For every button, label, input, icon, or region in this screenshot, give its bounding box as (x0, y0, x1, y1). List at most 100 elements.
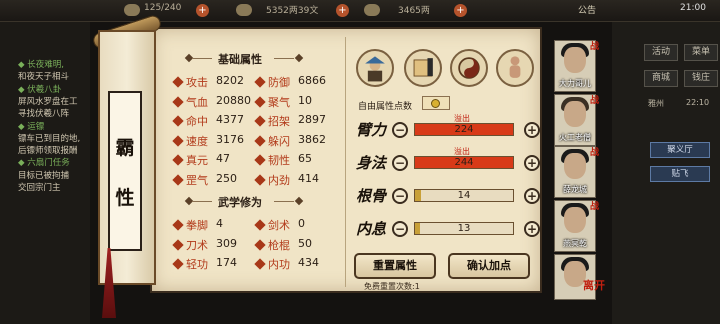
menu-menu-button[interactable]: 菜单 (684, 44, 718, 61)
skill-slot-4[interactable] (496, 49, 534, 87)
header-ornament (294, 53, 304, 63)
quest-panel[interactable]: ◆ 长夜难明, 和夜天子相斗 ◆ 伏羲八卦 屏风水罗盘在工 寻找伏羲八阵 ◆ 运镖 镖车已到… (0, 22, 90, 324)
quest-line[interactable]: 寻找伏羲八阵 (18, 107, 69, 119)
stat-marker-icon (254, 238, 266, 251)
decrease-button[interactable]: − (392, 221, 408, 237)
swordsman-icon (365, 56, 385, 82)
attribute-value: 224 (454, 124, 474, 135)
character-card-1[interactable]: 战 大力哥儿 (554, 40, 599, 92)
attribute-name: 根骨 (356, 187, 387, 205)
task-tiefei-button[interactable]: 贴飞 (650, 166, 710, 182)
attribute-value: 244 (454, 157, 474, 168)
decrease-button[interactable]: − (392, 155, 408, 171)
right-menu: 活动 菜单 商城 钱庄 雅州 22:10 聚义厅 贴飞 (612, 22, 720, 324)
skill-slot-2[interactable] (404, 49, 442, 87)
add-silver-button[interactable]: + (454, 4, 467, 17)
stat-marker-icon (172, 258, 184, 270)
add-stamina-button[interactable]: + (196, 4, 209, 17)
attribute-name: 臂力 (356, 121, 387, 139)
header-line (274, 58, 294, 59)
decrease-button[interactable]: − (392, 188, 408, 204)
stat-name: 枪棍 (268, 238, 290, 252)
quest-line[interactable]: ◆ 伏羲八卦 (18, 83, 61, 95)
add-coins-button[interactable]: + (336, 4, 349, 17)
notice-button[interactable]: 公告 (578, 3, 596, 16)
stat-value: 8202 (216, 74, 244, 87)
stat-marker-icon (254, 219, 266, 231)
quest-line[interactable]: 和夜天子相斗 (18, 70, 69, 82)
quest-line[interactable]: 交回宗门主 (18, 181, 61, 193)
stat-value: 6866 (298, 74, 326, 87)
overflow-label: 溢出 (454, 114, 470, 123)
character-card-2[interactable]: 战 火工老僧 (554, 94, 599, 146)
stat-name: 轻功 (186, 258, 208, 271)
stat-name: 韧性 (268, 154, 290, 168)
character-card-3[interactable]: 战 薛龙城 (554, 146, 599, 198)
menu-shop-button[interactable]: 商城 (644, 70, 678, 87)
area-time: 22:10 (686, 98, 710, 107)
stat-value: 4377 (216, 113, 244, 127)
silver-value: 3465两 (398, 6, 430, 16)
reset-attributes-button[interactable]: 重置属性 (354, 253, 436, 279)
face-shape (564, 47, 586, 73)
increase-button[interactable]: + (524, 221, 540, 237)
clock: 21:00 (680, 3, 706, 13)
increase-button[interactable]: + (524, 155, 540, 171)
attribute-value: 13 (457, 223, 471, 234)
stat-name: 命中 (186, 115, 208, 129)
stat-value: 65 (298, 152, 312, 166)
stat-value: 3862 (298, 132, 326, 146)
stat-name: 刀术 (186, 238, 208, 252)
menu-activity-button[interactable]: 活动 (644, 44, 678, 61)
leave-label[interactable]: 离开 (583, 277, 605, 293)
stat-name: 拳脚 (186, 219, 208, 232)
stat-marker-icon (254, 154, 266, 167)
quest-line[interactable]: ◆ 六扇门任务 (18, 156, 70, 168)
increase-button[interactable]: + (524, 122, 540, 138)
stat-marker-icon (254, 135, 266, 147)
stat-marker-icon (172, 76, 184, 88)
coins-value: 5352两39文 (266, 6, 319, 16)
quest-line[interactable]: 目标已被拘捕 (18, 169, 69, 181)
stat-marker-icon (254, 95, 266, 108)
quest-line[interactable]: 镖车已到目的地, (18, 132, 80, 144)
character-card-5[interactable]: 离开 (554, 254, 605, 300)
increase-button[interactable]: + (524, 188, 540, 204)
stat-marker-icon (172, 95, 184, 108)
task-juyiting-button[interactable]: 聚义厅 (650, 142, 710, 158)
attribute-name: 身法 (356, 154, 387, 172)
stat-name: 内功 (268, 258, 290, 271)
attribute-bar: 224 (414, 123, 514, 136)
stat-marker-icon (254, 76, 266, 88)
menu-bank-button[interactable]: 钱庄 (684, 70, 718, 87)
battle-mark: 战 (589, 148, 599, 158)
taiji-icon (458, 57, 480, 79)
face-shape (564, 153, 586, 179)
skill-slot-3[interactable] (450, 49, 488, 87)
quest-line[interactable]: 后镖师领取报酬 (18, 144, 78, 156)
stat-name: 真元 (186, 154, 208, 168)
stat-value: 250 (216, 172, 237, 185)
stat-marker-icon (172, 219, 184, 231)
stat-value: 174 (216, 256, 237, 269)
stat-value: 434 (298, 256, 319, 269)
quest-line[interactable]: ◆ 运镖 (18, 120, 44, 132)
stat-name: 攻击 (186, 76, 208, 89)
decrease-button[interactable]: − (392, 122, 408, 138)
free-reset-count: 免费重置次数:1 (364, 282, 420, 291)
stat-name: 内劲 (268, 174, 290, 187)
header-line (274, 201, 294, 202)
stat-value: 2897 (298, 113, 326, 127)
stat-value: 10 (298, 93, 312, 107)
confirm-points-button[interactable]: 确认加点 (448, 253, 530, 279)
stat-value: 4 (216, 217, 223, 230)
quest-line[interactable]: ◆ 长夜难明, (18, 58, 64, 70)
skill-slot-1[interactable] (356, 49, 394, 87)
quest-line[interactable]: 屏风水罗盘在工 (18, 95, 78, 107)
stat-name: 防御 (268, 76, 290, 89)
stat-marker-icon (172, 174, 184, 186)
character-card-4[interactable]: 战 燕冥乾 (554, 200, 599, 252)
stat-marker-icon (254, 258, 266, 270)
stat-marker-icon (254, 115, 266, 127)
stat-value: 414 (298, 172, 319, 185)
